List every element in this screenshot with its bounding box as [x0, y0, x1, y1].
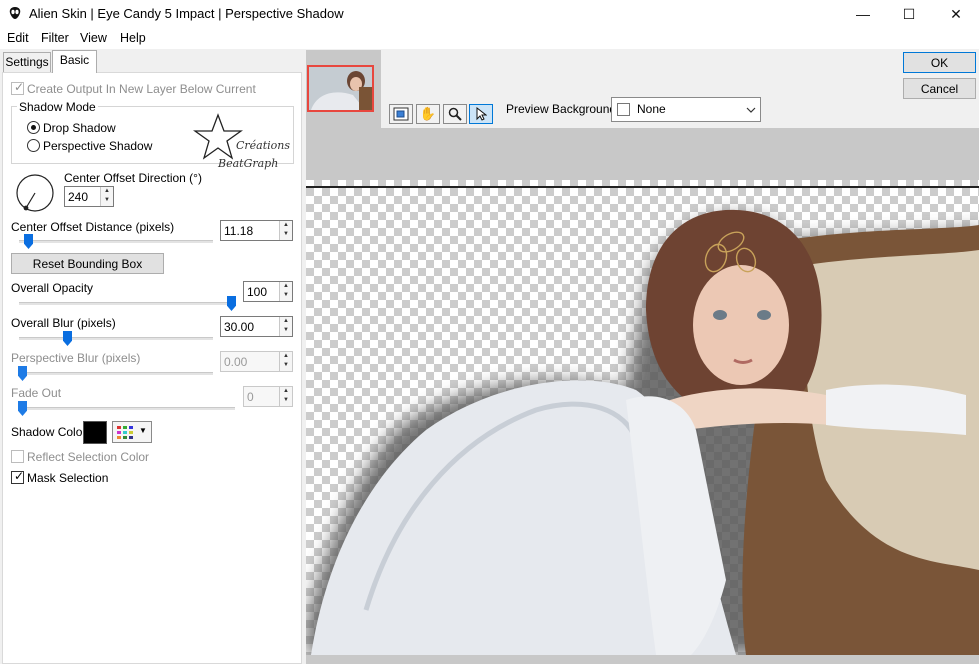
hand-tool-button[interactable]: ✋ [416, 104, 440, 124]
perspective-blur-input[interactable]: 0.00 ▲ ▼ [220, 351, 293, 372]
thumbnail-image [309, 67, 372, 110]
menu-edit[interactable]: Edit [7, 31, 29, 45]
preview-image [306, 209, 979, 655]
maximize-button[interactable]: ☐ [886, 0, 932, 28]
hand-icon: ✋ [419, 106, 437, 121]
preview-guide-line [306, 186, 979, 188]
overall-blur-input[interactable]: 30.00 ▲ ▼ [220, 316, 293, 337]
fade-out-slider-track[interactable] [19, 407, 235, 410]
drop-shadow-radio[interactable] [27, 121, 40, 134]
preview-background-label: Preview Background: [506, 102, 620, 116]
ok-button[interactable]: OK [903, 52, 976, 73]
reflect-selection-color-label: Reflect Selection Color [27, 450, 150, 464]
menu-help[interactable]: Help [120, 31, 146, 45]
create-output-label: Create Output In New Layer Below Current [27, 82, 256, 96]
alien-skin-app-icon [9, 7, 21, 19]
fade-out-input[interactable]: 0 ▲ ▼ [243, 386, 293, 407]
zoom-tool-button[interactable] [443, 104, 467, 124]
navigator-tool-button[interactable] [389, 104, 413, 124]
overall-opacity-label: Overall Opacity [11, 281, 94, 295]
none-swatch-icon [617, 103, 630, 116]
create-output-checkbox[interactable]: ✓ [11, 80, 24, 95]
reset-bounding-box-button[interactable]: Reset Bounding Box [11, 253, 164, 274]
menu-view[interactable]: View [80, 31, 107, 45]
mask-selection-label: Mask Selection [27, 471, 109, 485]
perspective-shadow-label: Perspective Shadow [43, 139, 153, 153]
zoom-icon [448, 107, 462, 121]
overall-opacity-slider-track[interactable] [19, 302, 235, 305]
reflect-selection-color-checkbox[interactable] [11, 450, 24, 463]
close-button[interactable]: ✕ [933, 0, 979, 28]
overall-blur-slider-track[interactable] [19, 337, 213, 340]
cancel-button[interactable]: Cancel [903, 78, 976, 99]
watermark-line1: Créations [236, 139, 291, 152]
center-offset-direction-label: Center Offset Direction (°) [64, 171, 202, 185]
shadow-color-swatch[interactable] [83, 421, 107, 444]
preview-canvas[interactable] [306, 180, 979, 655]
center-offset-direction-input[interactable]: 240 ▲ ▼ [64, 186, 114, 207]
preview-background-select[interactable]: None [611, 97, 761, 122]
mask-selection-checkbox[interactable]: ✓ [11, 469, 24, 484]
center-offset-distance-slider-track[interactable] [19, 240, 213, 243]
overall-opacity-input[interactable]: 100 ▲ ▼ [243, 281, 293, 302]
minimize-icon: — [856, 6, 870, 22]
tab-basic[interactable]: Basic [52, 50, 97, 73]
spin-arrows-icon[interactable]: ▲ ▼ [279, 387, 292, 406]
watermark-star-icon [193, 113, 243, 160]
menu-bar [0, 28, 979, 49]
spin-arrows-icon[interactable]: ▲ ▼ [279, 352, 292, 371]
preview-margin [306, 128, 979, 180]
preview-bottom-margin [306, 655, 979, 664]
dropdown-arrow-icon: ▼ [139, 426, 147, 435]
spin-arrows-icon[interactable]: ▲ ▼ [279, 317, 292, 336]
maximize-icon: ☐ [902, 5, 916, 22]
drop-shadow-label: Drop Shadow [43, 121, 116, 135]
shadow-color-label: Shadow Color [11, 425, 87, 439]
overall-blur-label: Overall Blur (pixels) [11, 316, 116, 330]
shadow-mode-group [11, 106, 294, 164]
minimize-button[interactable]: — [840, 0, 886, 28]
direction-dial[interactable] [14, 172, 56, 214]
color-grid-icon [117, 426, 133, 439]
spin-arrows-icon[interactable]: ▲ ▼ [279, 282, 292, 301]
center-offset-distance-label: Center Offset Distance (pixels) [11, 220, 175, 234]
spin-arrows-icon[interactable]: ▲ ▼ [100, 187, 113, 206]
center-offset-distance-input[interactable]: 11.18 ▲ ▼ [220, 220, 293, 241]
chevron-down-icon [746, 107, 756, 113]
spin-arrows-icon[interactable]: ▲ ▼ [279, 221, 292, 240]
window-title: Alien Skin | Eye Candy 5 Impact | Perspe… [29, 6, 344, 21]
menu-filter[interactable]: Filter [41, 31, 69, 45]
navigator-thumbnail[interactable] [307, 65, 374, 112]
pointer-tool-button[interactable] [469, 104, 493, 124]
close-icon: ✕ [950, 5, 962, 22]
preview-background-value: None [637, 102, 666, 116]
navigator-icon [393, 107, 409, 121]
watermark-line2: BeatGraph [218, 157, 279, 170]
fade-out-label: Fade Out [11, 386, 62, 400]
shadow-mode-title: Shadow Mode [17, 100, 98, 114]
perspective-blur-label: Perspective Blur (pixels) [11, 351, 141, 365]
color-picker-button[interactable]: ▼ [112, 421, 152, 443]
perspective-shadow-radio[interactable] [27, 139, 40, 152]
pointer-icon [476, 107, 487, 121]
perspective-blur-slider-track[interactable] [19, 372, 213, 375]
tab-settings[interactable]: Settings [3, 52, 51, 72]
